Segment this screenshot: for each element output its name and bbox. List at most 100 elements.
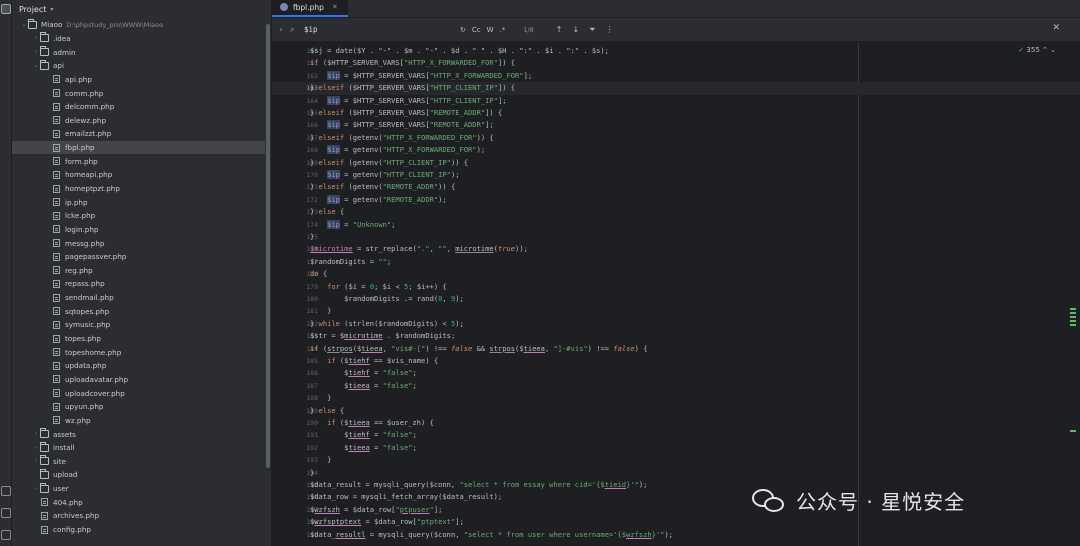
chevron-right-icon[interactable]: › bbox=[32, 35, 40, 41]
tree-file[interactable]: sendmail.php bbox=[12, 291, 271, 305]
code-line[interactable]: } elseif (getenv("HTTP_CLIENT_IP")) { bbox=[310, 158, 468, 167]
tree-file[interactable]: upyun.php bbox=[12, 400, 271, 414]
tree-file[interactable]: sqtopes.php bbox=[12, 304, 271, 318]
chevron-right-icon[interactable]: › bbox=[32, 458, 40, 464]
tree-folder[interactable]: › assets bbox=[12, 427, 271, 441]
chevron-down-icon[interactable]: ⌄ bbox=[1050, 46, 1056, 54]
project-tool-icon[interactable] bbox=[1, 4, 11, 14]
expand-replace-icon[interactable]: › bbox=[272, 25, 290, 34]
tree-file[interactable]: symusic.php bbox=[12, 318, 271, 332]
code-line[interactable]: $wzfsptptext = $data_row["ptptext"]; bbox=[310, 517, 464, 526]
previous-occurrence-icon[interactable]: ↑ bbox=[556, 25, 563, 34]
tree-file[interactable]: fbpl.php bbox=[12, 140, 265, 155]
tree-file[interactable]: delcomm.php bbox=[12, 100, 271, 114]
project-panel-header[interactable]: Project ▾ bbox=[12, 0, 271, 18]
tree-file[interactable]: topes.php bbox=[12, 332, 271, 346]
chevron-right-icon[interactable]: › bbox=[32, 445, 40, 451]
code-line[interactable]: $ip = getenv("REMOTE_ADDR"); bbox=[310, 194, 447, 204]
code-line[interactable]: $ip = getenv("HTTP_CLIENT_IP"); bbox=[310, 170, 460, 179]
tree-folder[interactable]: ⌄ Miaoo D:\phpstudy_pro\WWW\Miaoo bbox=[12, 18, 271, 32]
tree-file[interactable]: reg.php bbox=[12, 264, 271, 278]
chevron-right-icon[interactable]: › bbox=[32, 486, 40, 492]
chevron-up-icon[interactable]: ⌃ bbox=[1042, 46, 1048, 54]
tree-file[interactable]: topeshome.php bbox=[12, 345, 271, 359]
chevron-right-icon[interactable]: › bbox=[32, 49, 40, 55]
tree-folder[interactable]: › site bbox=[12, 455, 271, 469]
problems-tool-icon[interactable] bbox=[1, 530, 11, 540]
chevron-right-icon[interactable]: › bbox=[32, 431, 40, 437]
tree-file[interactable]: uploadavatar.php bbox=[12, 373, 271, 387]
code-line[interactable]: $sj = date($Y . "-" . $m . "-" . $d . " … bbox=[310, 46, 609, 55]
code-line[interactable]: } bbox=[310, 232, 314, 241]
line-number[interactable]: 194 bbox=[272, 469, 322, 477]
code-line[interactable]: $ip = getenv("HTTP_X_FORWARDED_FOR"); bbox=[310, 145, 485, 155]
tree-file[interactable]: lcke.php bbox=[12, 209, 271, 223]
search-icon[interactable]: ⌕ bbox=[290, 25, 304, 35]
tree-file[interactable]: config.php bbox=[12, 523, 271, 537]
clear-search-icon[interactable]: ↻ bbox=[460, 26, 466, 34]
tree-folder[interactable]: › user bbox=[12, 482, 271, 496]
code-line[interactable]: $str = $microtime . $randomDigits; bbox=[310, 331, 455, 340]
code-line[interactable]: if ($tiehf == $vis_name) { bbox=[310, 356, 438, 365]
tree-file[interactable]: messg.php bbox=[12, 236, 271, 250]
code-line[interactable]: } elseif ($HTTP_SERVER_VARS["HTTP_CLIENT… bbox=[310, 83, 515, 92]
filter-icon[interactable]: ⏷ bbox=[589, 25, 595, 35]
tree-file[interactable]: emailzzt.php bbox=[12, 127, 271, 141]
code-line[interactable]: } bbox=[310, 393, 331, 402]
code-line[interactable]: $ip = $HTTP_SERVER_VARS["REMOTE_ADDR"]; bbox=[310, 120, 494, 130]
tab-fbpl-php[interactable]: fbpl.php ✕ bbox=[272, 0, 348, 17]
match-case-toggle[interactable]: Cc bbox=[472, 26, 481, 34]
code-line[interactable]: } else { bbox=[310, 406, 344, 415]
close-find-bar-icon[interactable]: ✕ bbox=[1052, 23, 1060, 33]
tree-file[interactable]: 404.php bbox=[12, 495, 271, 509]
terminal-tool-icon[interactable] bbox=[1, 508, 11, 518]
next-occurrence-icon[interactable]: ↓ bbox=[572, 25, 579, 34]
tree-file[interactable]: homeapi.php bbox=[12, 168, 271, 182]
tree-file[interactable]: api.php bbox=[12, 73, 271, 87]
code-line[interactable]: if ($HTTP_SERVER_VARS["HTTP_X_FORWARDED_… bbox=[310, 58, 515, 67]
more-options-icon[interactable]: ⋮ bbox=[606, 25, 614, 34]
project-scrollbar[interactable] bbox=[266, 24, 270, 468]
code-line[interactable]: $data_result = mysqli_query($conn, "sele… bbox=[310, 480, 647, 489]
code-line[interactable]: $tiehf = "false"; bbox=[310, 368, 417, 377]
line-number[interactable]: 175 bbox=[272, 233, 322, 241]
tree-file[interactable]: comm.php bbox=[12, 86, 271, 100]
code-line[interactable]: if (strpos($tieea, "vis#-[") !== false &… bbox=[310, 344, 647, 353]
search-input[interactable]: $ip bbox=[304, 25, 454, 34]
code-line[interactable]: } else { bbox=[310, 207, 344, 216]
code-line[interactable]: $ip = "Unknown"; bbox=[310, 219, 395, 229]
tree-folder[interactable]: upload bbox=[12, 468, 271, 482]
code-line[interactable]: } bbox=[310, 455, 331, 464]
code-line[interactable]: } elseif ($HTTP_SERVER_VARS["REMOTE_ADDR… bbox=[310, 108, 502, 117]
code-line[interactable]: $tiehf = "false"; bbox=[310, 430, 417, 439]
code-line[interactable]: for ($i = 0; $i < 5; $i++) { bbox=[310, 282, 447, 291]
editor-scrollbar[interactable] bbox=[1070, 42, 1076, 546]
code-line[interactable]: } while (strlen($randomDigits) < 5); bbox=[310, 319, 464, 328]
tree-file[interactable]: delewz.php bbox=[12, 113, 271, 127]
code-line[interactable]: $data_resultl = mysqli_query($conn, "sel… bbox=[310, 530, 673, 539]
code-line[interactable]: $microtime = str_replace(".", "", microt… bbox=[310, 244, 528, 253]
tree-file[interactable]: repass.php bbox=[12, 277, 271, 291]
code-line[interactable]: $ip = $HTTP_SERVER_VARS["HTTP_CLIENT_IP"… bbox=[310, 95, 506, 105]
code-line[interactable]: $wzfszh = $data_row["ptpuser"]; bbox=[310, 505, 442, 514]
tree-folder[interactable]: › admin bbox=[12, 45, 271, 59]
inspection-widget[interactable]: ✓ 355 ⌃ ⌄ bbox=[1018, 46, 1056, 54]
code-line[interactable]: $randomDigits .= rand(0, 9); bbox=[310, 294, 464, 303]
whole-words-toggle[interactable]: W bbox=[487, 26, 494, 34]
tree-file[interactable]: wz.php bbox=[12, 414, 271, 428]
tree-file[interactable]: ip.php bbox=[12, 195, 271, 209]
tree-file[interactable]: form.php bbox=[12, 154, 271, 168]
tree-file[interactable]: updata.php bbox=[12, 359, 271, 373]
close-icon[interactable]: ✕ bbox=[332, 3, 338, 11]
code-line[interactable]: $data_row = mysqli_fetch_array($data_res… bbox=[310, 492, 502, 501]
tree-file[interactable]: uploadcover.php bbox=[12, 386, 271, 400]
code-line[interactable]: if ($tieea == $user_zh) { bbox=[310, 418, 434, 427]
chevron-down-icon[interactable]: ▾ bbox=[50, 6, 53, 13]
code-line[interactable]: $tieea = "false"; bbox=[310, 443, 417, 452]
code-line[interactable]: } elseif (getenv("HTTP_X_FORWARDED_FOR")… bbox=[310, 133, 494, 142]
tree-file[interactable]: login.php bbox=[12, 223, 271, 237]
tree-folder[interactable]: › install bbox=[12, 441, 271, 455]
code-line[interactable]: } bbox=[310, 468, 314, 477]
run-tool-icon[interactable] bbox=[1, 486, 11, 496]
code-line[interactable]: } bbox=[310, 306, 331, 315]
